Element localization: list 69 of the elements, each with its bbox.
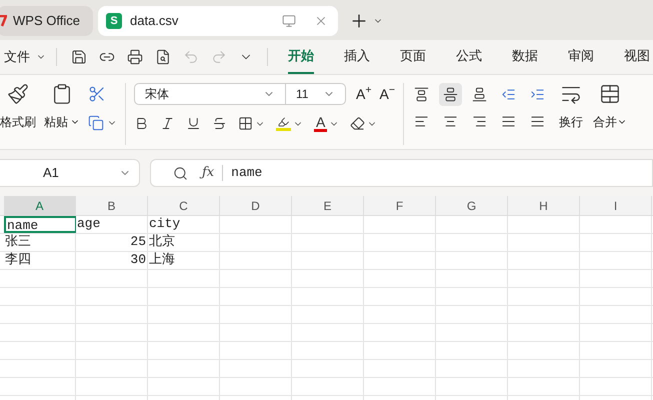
ribbon-tab[interactable]: 页面 (400, 40, 426, 74)
wrap-button[interactable]: 换行 (558, 83, 583, 131)
column-header[interactable]: H (508, 196, 580, 215)
column-header[interactable]: F (364, 196, 436, 215)
clipboard-icon (51, 83, 73, 105)
strikethrough-icon[interactable] (212, 116, 227, 131)
print-icon[interactable] (127, 49, 143, 65)
name-box[interactable]: A1 (0, 159, 140, 187)
column-header[interactable]: D (220, 196, 292, 215)
column-header[interactable]: I (580, 196, 652, 215)
italic-icon[interactable] (160, 116, 175, 131)
underline-icon[interactable] (186, 116, 201, 131)
align-center-icon[interactable] (442, 114, 458, 129)
close-icon[interactable] (314, 14, 328, 28)
font-color-button[interactable]: A (314, 115, 328, 132)
table-cell[interactable]: 李四 (4, 252, 76, 269)
spreadsheet-icon: S (106, 13, 122, 29)
column-header[interactable]: G (436, 196, 508, 215)
highlighter-icon[interactable] (276, 116, 291, 131)
align-middle-button[interactable] (438, 83, 462, 106)
merge-cells-icon (598, 83, 621, 105)
paintbrush-icon (7, 83, 29, 105)
ribbon-tab[interactable]: 插入 (344, 40, 370, 74)
font-size-select[interactable]: 11 (286, 83, 346, 105)
column-header[interactable]: A (4, 196, 76, 215)
table-cell[interactable]: age (76, 216, 148, 233)
eraser-icon[interactable] (350, 116, 366, 131)
align-left-icon[interactable] (414, 114, 429, 129)
save-icon[interactable] (71, 49, 87, 65)
cut-icon[interactable] (88, 85, 106, 103)
monitor-icon[interactable] (282, 14, 296, 28)
grow-font-button[interactable]: A$^{+}$ (356, 84, 372, 104)
preview-icon[interactable] (155, 49, 171, 65)
font-select[interactable]: 宋体 (134, 83, 286, 105)
align-top-icon[interactable] (414, 87, 429, 102)
app-tab[interactable]: WPS Office (0, 6, 93, 36)
column-header[interactable]: E (292, 196, 364, 215)
table-cell[interactable]: city (148, 216, 220, 233)
table-cell[interactable]: 25 (76, 234, 148, 251)
justify-icon[interactable] (500, 114, 516, 129)
column-header[interactable]: B (76, 196, 148, 215)
borders-icon[interactable] (238, 116, 253, 131)
shrink-font-button[interactable]: A$^{−}$ (379, 84, 395, 104)
copy-icon[interactable] (88, 115, 104, 131)
insert-function-button[interactable]: ƒx (202, 163, 214, 183)
outdent-icon[interactable] (500, 87, 516, 102)
format-painter-button[interactable]: 格式刷 (0, 83, 36, 131)
indent-icon[interactable] (530, 87, 545, 102)
table-cell[interactable]: 张三 (4, 234, 76, 251)
table-cell[interactable]: name (4, 216, 76, 233)
ribbon-tab[interactable]: 公式 (456, 40, 482, 74)
zoom-icon[interactable] (173, 166, 188, 180)
document-tab[interactable]: S data.csv (98, 6, 338, 36)
table-cell[interactable]: 北京 (148, 234, 220, 251)
file-menu[interactable]: 文件 (0, 47, 56, 67)
column-header[interactable]: C (148, 196, 220, 215)
formula-field[interactable]: name (231, 163, 652, 183)
table-cell[interactable]: 30 (76, 252, 148, 269)
merge-button[interactable]: 合并 (592, 83, 627, 131)
align-bottom-icon[interactable] (472, 87, 487, 102)
ribbon-tab[interactable]: 视图 (624, 40, 650, 74)
logo-icon (0, 15, 7, 27)
distribute-icon[interactable] (530, 114, 545, 129)
paste-button[interactable]: 粘贴 (44, 83, 80, 131)
table-cell[interactable]: 上海 (148, 252, 220, 269)
align-right-icon[interactable] (472, 114, 487, 129)
ribbon-tab[interactable]: 数据 (512, 40, 538, 74)
ribbon-tab[interactable]: 审阅 (568, 40, 594, 74)
formula-bar[interactable]: ƒx name (150, 159, 653, 187)
